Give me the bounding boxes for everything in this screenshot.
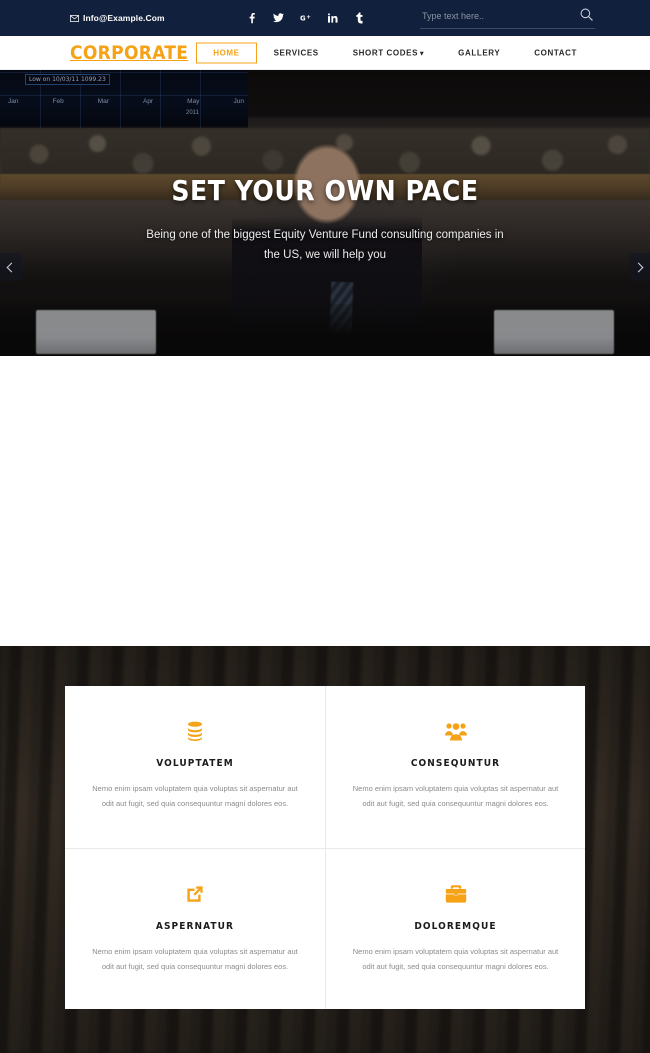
users-group-icon: [352, 718, 559, 744]
hero-caption: SET YOUR OWN PACE Being one of the bigge…: [0, 174, 650, 265]
nav-item-home-label: HOME: [213, 48, 240, 57]
hero-subtitle: Being one of the biggest Equity Venture …: [146, 228, 504, 261]
service-card-title: CONSEQUNTUR: [410, 758, 501, 769]
nav-item-gallery-wrap: GALLERY: [441, 42, 517, 63]
service-card-consequntur[interactable]: CONSEQUNTUR Nemo enim ipsam voluptatem q…: [325, 686, 585, 848]
coins-stack-icon: [91, 718, 299, 744]
top-bar: Info@Example.Com G +: [0, 0, 650, 36]
service-card-doloremque[interactable]: DOLOREMQUE Nemo enim ipsam voluptatem qu…: [325, 847, 585, 1009]
search-bar[interactable]: [420, 7, 595, 29]
tumblr-icon[interactable]: [354, 12, 365, 24]
hero-slider: Low on 10/03/11 1099.23 Jan Feb Mar Apr …: [0, 70, 650, 356]
linkedin-icon[interactable]: [327, 12, 338, 24]
facebook-icon[interactable]: [246, 12, 257, 24]
service-card-desc: Nemo enim ipsam voluptatem quia voluptas…: [92, 784, 298, 809]
slider-next-button[interactable]: [629, 253, 650, 281]
contact-email-label: Info@Example.Com: [83, 13, 165, 23]
service-card-title: VOLUPTATEM: [156, 758, 234, 769]
chevron-left-icon: [6, 262, 17, 272]
briefcase-icon: [352, 881, 559, 907]
search-input[interactable]: [420, 10, 577, 22]
about-section: ABOUT US Lorem ipsum dolor sit ame Nulla…: [0, 356, 650, 970]
svg-text:G: G: [300, 14, 306, 22]
site-logo[interactable]: CORPORATE: [70, 42, 188, 64]
service-card-desc: Nemo enim ipsam voluptatem quia voluptas…: [352, 784, 559, 809]
nav-item-gallery[interactable]: GALLERY: [441, 42, 517, 63]
nav-item-contact[interactable]: CONTACT: [517, 42, 594, 63]
hero-title: SET YOUR OWN PACE: [171, 174, 479, 207]
nav-item-short-codes-label: SHORT CODES: [352, 48, 419, 57]
service-card-aspernatur[interactable]: ASPERNATUR Nemo enim ipsam voluptatem qu…: [65, 847, 325, 1010]
main-navbar: CORPORATE HOME SERVICES SHORT CODES ▾ GAL…: [0, 36, 650, 70]
contact-email[interactable]: Info@Example.Com: [70, 13, 165, 23]
slider-prev-button[interactable]: [0, 253, 21, 281]
nav-item-contact-label: CONTACT: [534, 48, 577, 57]
search-button[interactable]: [577, 7, 595, 25]
nav-item-services-wrap: SERVICES: [257, 42, 336, 63]
services-panel: VOLUPTATEM Nemo enim ipsam voluptatem qu…: [65, 686, 585, 1009]
service-card-desc: Nemo enim ipsam voluptatem quia voluptas…: [92, 946, 298, 971]
twitter-icon[interactable]: [273, 12, 284, 24]
primary-nav: HOME SERVICES SHORT CODES ▾ GALLERY CONTA…: [196, 42, 594, 63]
social-links: G +: [246, 12, 365, 24]
service-card-title: ASPERNATUR: [155, 920, 235, 932]
nav-item-short-codes-wrap: SHORT CODES ▾: [336, 42, 441, 63]
nav-item-gallery-label: GALLERY: [458, 48, 501, 57]
nav-item-short-codes[interactable]: SHORT CODES ▾: [336, 42, 441, 63]
service-card-voluptatem[interactable]: VOLUPTATEM Nemo enim ipsam voluptatem qu…: [65, 686, 325, 848]
nav-item-home[interactable]: HOME: [196, 42, 257, 63]
envelope-icon: [70, 14, 79, 22]
search-icon: [580, 8, 593, 24]
nav-item-contact-wrap: CONTACT: [517, 42, 594, 63]
service-card-desc: Nemo enim ipsam voluptatem quia voluptas…: [352, 946, 559, 971]
service-card-title: DOLOREMQUE: [414, 920, 497, 932]
services-section: VOLUPTATEM Nemo enim ipsam voluptatem qu…: [0, 646, 650, 1053]
google-plus-icon[interactable]: G +: [300, 12, 311, 24]
chevron-down-icon: ▾: [420, 50, 425, 57]
chevron-right-icon: [633, 262, 644, 272]
external-link-icon: [91, 881, 299, 907]
nav-item-services-label: SERVICES: [273, 48, 319, 57]
nav-item-services[interactable]: SERVICES: [257, 42, 336, 63]
nav-item-home-wrap: HOME: [196, 42, 257, 63]
svg-text:+: +: [306, 15, 311, 21]
